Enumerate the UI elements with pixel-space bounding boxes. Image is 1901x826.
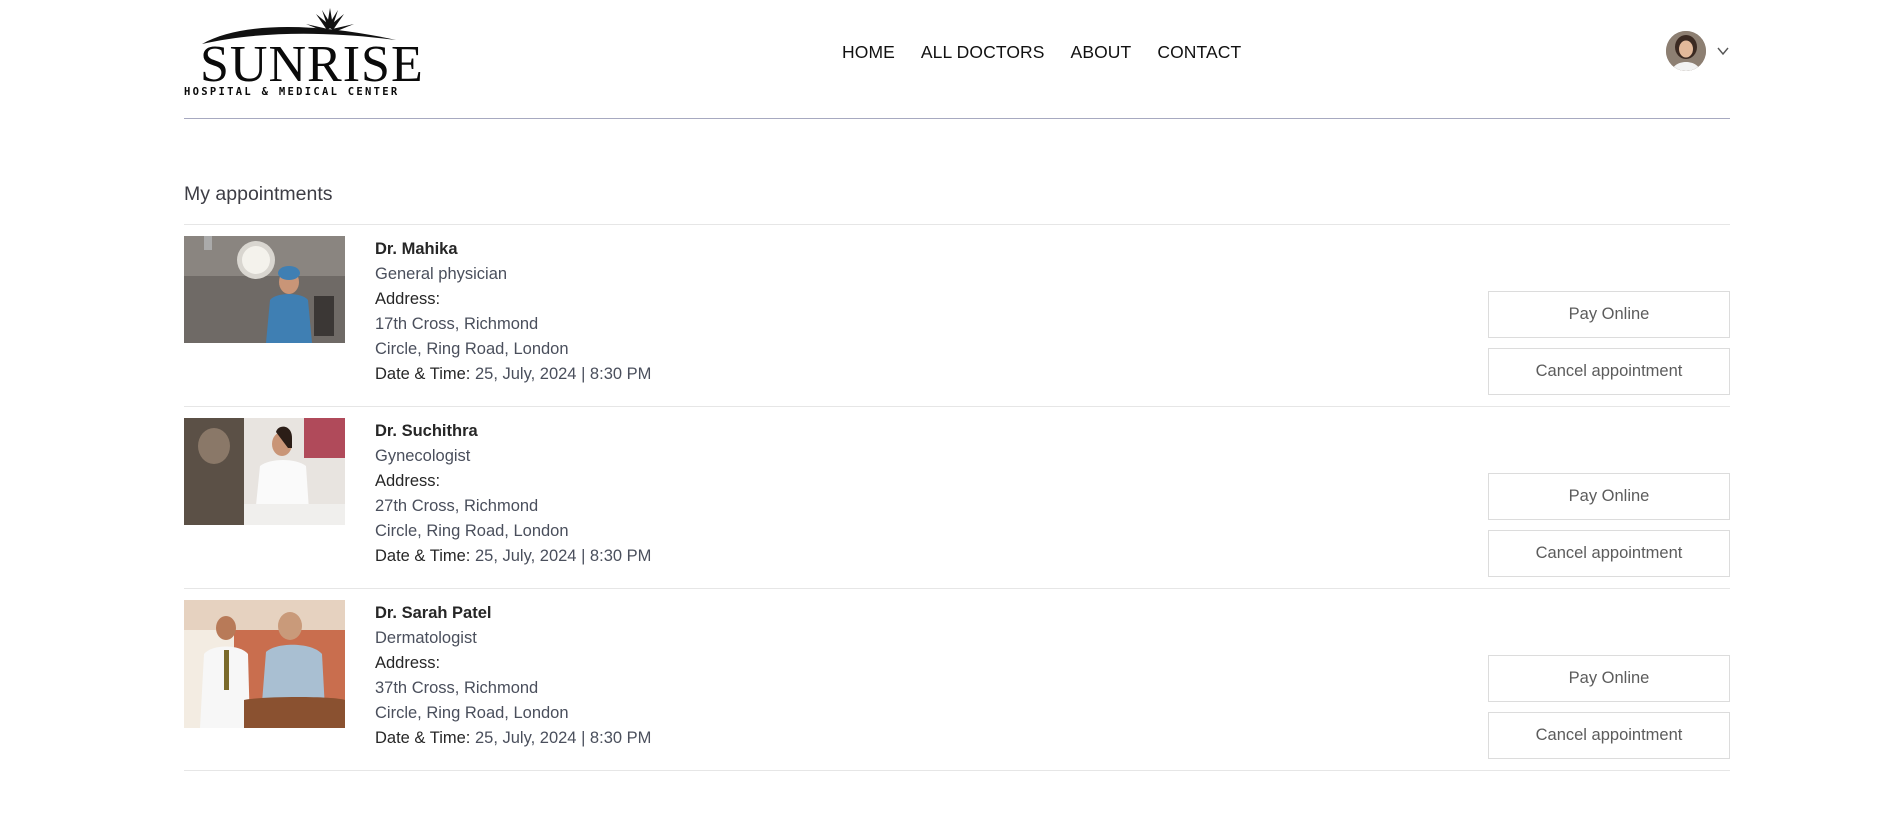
datetime-label: Date & Time: [375, 365, 471, 383]
pay-online-button[interactable]: Pay Online [1488, 473, 1730, 520]
nav-home[interactable]: HOME [842, 42, 895, 63]
datetime-label: Date & Time: [375, 547, 471, 565]
address-line-2: Circle, Ring Road, London [375, 704, 569, 722]
user-avatar[interactable] [1666, 31, 1706, 71]
doctor-name: Dr. Sarah Patel [375, 604, 492, 622]
datetime-value: 25, July, 2024 | 8:30 PM [474, 729, 652, 747]
address-line-2: Circle, Ring Road, London [375, 340, 569, 358]
address-line-2: Circle, Ring Road, London [375, 522, 569, 540]
address-line-1: 17th Cross, Richmond [375, 315, 539, 333]
appointments-list: Dr. Mahika General physician Address: 17… [184, 224, 1730, 771]
address-label: Address: [375, 654, 441, 672]
chevron-down-icon[interactable] [1716, 44, 1730, 58]
appointment-datetime: Date & Time: 25, July, 2024 | 8:30 PM [375, 544, 651, 569]
doctor-photo [184, 418, 345, 525]
appointment-datetime: Date & Time: 25, July, 2024 | 8:30 PM [375, 362, 651, 387]
datetime-value: 25, July, 2024 | 8:30 PM [474, 547, 652, 565]
address-line-1: 37th Cross, Richmond [375, 679, 539, 697]
doctor-speciality: Dermatologist [375, 629, 477, 647]
address-label: Address: [375, 290, 441, 308]
cancel-appointment-button[interactable]: Cancel appointment [1488, 712, 1730, 759]
address-line-1: 27th Cross, Richmond [375, 497, 539, 515]
doctor-name: Dr. Mahika [375, 240, 458, 258]
appointment-row: Dr. Suchithra Gynecologist Address: 27th… [184, 407, 1730, 589]
doctor-photo [184, 600, 345, 728]
appointment-datetime: Date & Time: 25, July, 2024 | 8:30 PM [375, 726, 651, 751]
pay-online-button[interactable]: Pay Online [1488, 291, 1730, 338]
cancel-appointment-button[interactable]: Cancel appointment [1488, 348, 1730, 395]
doctor-photo [184, 236, 345, 343]
datetime-label: Date & Time: [375, 729, 471, 747]
page-container: SUNRISE HOSPITAL & MEDICAL CENTER HOME A… [184, 0, 1730, 771]
nav-about[interactable]: ABOUT [1071, 42, 1132, 63]
profile-menu[interactable] [1666, 31, 1730, 71]
logo[interactable]: SUNRISE HOSPITAL & MEDICAL CENTER [184, 6, 423, 102]
datetime-value: 25, July, 2024 | 8:30 PM [474, 365, 652, 383]
doctor-speciality: Gynecologist [375, 447, 471, 465]
page-title: My appointments [184, 183, 333, 205]
appointment-info: Dr. Suchithra Gynecologist Address: 27th… [375, 419, 651, 569]
cancel-appointment-button[interactable]: Cancel appointment [1488, 530, 1730, 577]
doctor-speciality: General physician [375, 265, 508, 283]
appointment-row: Dr. Mahika General physician Address: 17… [184, 225, 1730, 407]
logo-wordmark: SUNRISE [200, 36, 424, 93]
site-header: SUNRISE HOSPITAL & MEDICAL CENTER HOME A… [184, 0, 1730, 119]
appointment-row: Dr. Sarah Patel Dermatologist Address: 3… [184, 589, 1730, 771]
nav-all-doctors[interactable]: ALL DOCTORS [921, 42, 1045, 63]
appointment-info: Dr. Mahika General physician Address: 17… [375, 237, 651, 387]
appointment-info: Dr. Sarah Patel Dermatologist Address: 3… [375, 601, 651, 751]
main-nav: HOME ALL DOCTORS ABOUT CONTACT [842, 42, 1241, 63]
nav-contact[interactable]: CONTACT [1157, 42, 1241, 63]
address-label: Address: [375, 472, 441, 490]
doctor-name: Dr. Suchithra [375, 422, 478, 440]
pay-online-button[interactable]: Pay Online [1488, 655, 1730, 702]
logo-tagline: HOSPITAL & MEDICAL CENTER [184, 86, 400, 98]
